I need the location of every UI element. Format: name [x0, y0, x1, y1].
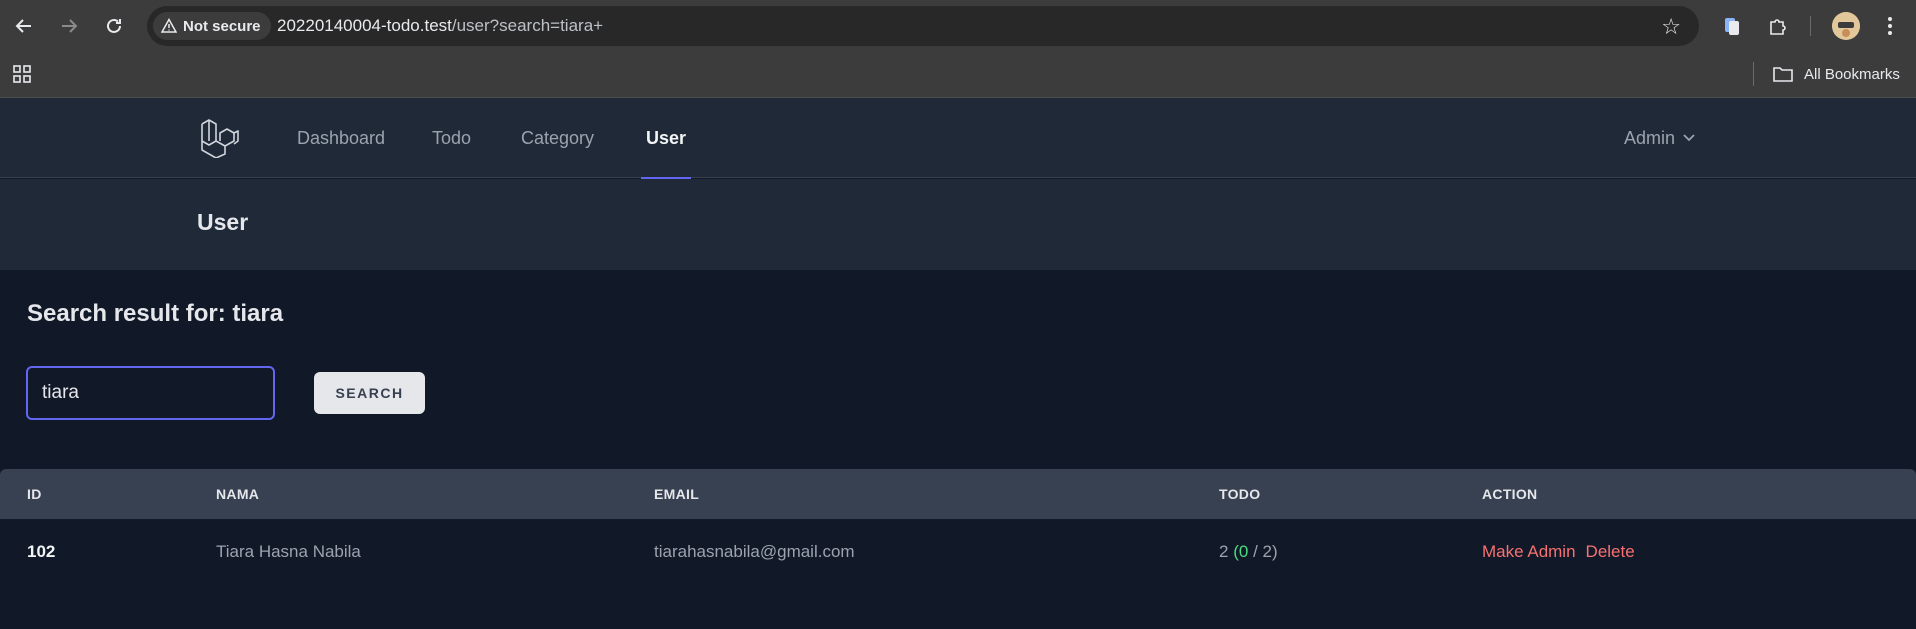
extensions-menu-button[interactable]: [1764, 12, 1792, 40]
url-host: 20220140004-todo.test: [277, 16, 452, 35]
back-arrow-icon: [15, 19, 31, 33]
laravel-logo-icon[interactable]: [199, 116, 241, 158]
warning-icon: [161, 18, 177, 34]
search-input[interactable]: [26, 366, 275, 420]
nav-category[interactable]: Category: [521, 98, 594, 178]
security-label: Not secure: [183, 17, 261, 35]
column-header-todo: TODO: [1219, 486, 1261, 502]
todo-open-count: / 2): [1253, 542, 1278, 561]
toolbar-divider: [1810, 16, 1811, 36]
bookmark-star-icon[interactable]: ☆: [1661, 14, 1681, 40]
all-bookmarks-button[interactable]: All Bookmarks: [1772, 62, 1900, 86]
bookmarks-divider: [1753, 62, 1754, 86]
todo-total: 2: [1219, 542, 1229, 561]
back-button[interactable]: [10, 12, 38, 40]
folder-icon: [1773, 67, 1793, 82]
page-header: User: [0, 179, 1916, 270]
make-admin-link[interactable]: Make Admin: [1482, 542, 1576, 562]
user-menu-label: Admin: [1624, 127, 1676, 148]
url-path: /user?search=tiara+: [451, 16, 604, 35]
nav-user[interactable]: User: [640, 98, 692, 179]
forward-arrow-icon: [62, 19, 78, 33]
app-navbar: Dashboard Todo Category User Admin: [0, 98, 1916, 179]
browser-menu-button[interactable]: [1876, 12, 1904, 40]
column-header-email: EMAIL: [654, 486, 700, 502]
delete-link[interactable]: Delete: [1586, 542, 1635, 562]
all-bookmarks-label: All Bookmarks: [1804, 65, 1900, 83]
address-bar[interactable]: Not secure 20220140004-todo.test/user?se…: [147, 6, 1699, 46]
users-table: ID NAMA EMAIL TODO ACTION 102 Tiara Hasn…: [0, 469, 1916, 629]
column-header-action: ACTION: [1482, 486, 1538, 502]
reload-button[interactable]: [100, 12, 128, 40]
puzzle-icon: [1770, 19, 1786, 35]
avatar-icon: [1832, 12, 1860, 40]
table-header: ID NAMA EMAIL TODO ACTION: [0, 469, 1916, 519]
document-extension-icon: [1725, 18, 1739, 35]
table-row: 102 Tiara Hasna Nabila tiarahasnabila@gm…: [0, 519, 1916, 585]
extension-button[interactable]: [1718, 12, 1746, 40]
cell-id: 102: [27, 542, 56, 561]
cell-action: Make Admin Delete: [1482, 519, 1645, 585]
profile-avatar[interactable]: [1832, 12, 1860, 40]
cell-email: tiarahasnabila@gmail.com: [654, 542, 855, 561]
chevron-down-icon: [1683, 134, 1695, 142]
column-header-nama: NAMA: [216, 486, 260, 502]
security-chip[interactable]: Not secure: [153, 12, 271, 40]
cell-todo: 2 (0 / 2): [1219, 542, 1278, 561]
apps-grid-icon[interactable]: [12, 64, 32, 84]
cell-nama: Tiara Hasna Nabila: [216, 542, 361, 561]
user-menu-dropdown[interactable]: Admin: [1624, 98, 1695, 178]
todo-done-count: 0: [1238, 542, 1249, 561]
page-title: User: [197, 209, 249, 235]
nav-dashboard[interactable]: Dashboard: [297, 98, 385, 178]
reload-icon: [107, 18, 121, 33]
search-result-title: Search result for: tiara: [27, 300, 284, 327]
kebab-menu-icon: [1888, 17, 1892, 35]
bookmarks-bar: All Bookmarks: [0, 52, 1916, 98]
forward-button[interactable]: [55, 12, 83, 40]
search-button[interactable]: SEARCH: [314, 372, 425, 414]
browser-toolbar: Not secure 20220140004-todo.test/user?se…: [0, 0, 1916, 52]
column-header-id: ID: [27, 486, 42, 502]
nav-todo[interactable]: Todo: [432, 98, 471, 178]
url-text[interactable]: 20220140004-todo.test/user?search=tiara+: [277, 16, 603, 36]
